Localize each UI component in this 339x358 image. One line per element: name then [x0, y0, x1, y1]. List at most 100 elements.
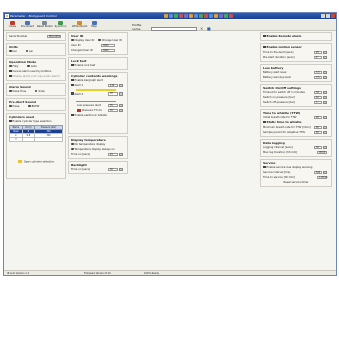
alarm-siren-radio[interactable]: Siren — [34, 89, 45, 93]
battery-warning-spinner[interactable] — [323, 75, 327, 80]
enable-cylinder-selection-checkbox[interactable]: Enable cylinder type selection — [9, 119, 63, 124]
sample-period-spinner[interactable] — [323, 130, 327, 135]
tray-net-icon[interactable] — [224, 14, 228, 18]
backlight-time-spinner[interactable] — [119, 167, 123, 172]
min-breath-spinner[interactable] — [323, 125, 327, 130]
delete-profile-icon[interactable]: ✕ — [200, 27, 204, 31]
temp-time-field[interactable]: 15 — [108, 152, 118, 157]
alarm-pulse-radio[interactable]: Pulse Tone — [9, 89, 26, 93]
tray-chart-icon[interactable] — [174, 14, 178, 18]
log-duration-label: Max log Duration [hh:mm] — [263, 151, 298, 154]
low-battery-group: Low battery Battery alert level 3.3 Batt… — [260, 64, 332, 82]
prealert-duration-field[interactable]: 8 — [314, 55, 322, 60]
sample-period-label: Sample period for adaptive TTW — [263, 131, 305, 134]
log-interval-field[interactable]: 30 — [314, 145, 322, 150]
serial-label: Serial Number — [9, 35, 28, 38]
alarm-sound-group: Alarm Sound Pulse Tone Siren — [6, 83, 66, 96]
temp-time-label: Time on [secs] — [71, 153, 90, 156]
battery-alert-field[interactable]: 3.3 — [314, 70, 322, 75]
pressure-tt-field[interactable]: 55 — [108, 108, 118, 113]
tray-alert-icon[interactable] — [204, 14, 208, 18]
timeout-spinner[interactable] — [323, 90, 327, 95]
save-profile-icon[interactable]: ■ — [207, 27, 211, 31]
low-pressure-field[interactable]: 55 — [108, 103, 118, 108]
table-row[interactable]: 3 — [9, 137, 63, 142]
electronic-whistle-checkbox[interactable]: Enable electronic whistle — [71, 113, 125, 118]
operation-mode-group: Operation Mode Fully Auto Cancel alarm u… — [6, 58, 66, 81]
reset-param-button[interactable]: Reset Param — [37, 21, 53, 30]
units-bar-radio[interactable]: bar — [9, 49, 17, 53]
units-psi-radio[interactable]: psi — [25, 49, 33, 53]
enable-remote-alarm-checkbox[interactable]: Enable Remote alarm — [263, 34, 329, 39]
prealert-pulse-radio[interactable]: Pulse — [9, 104, 19, 108]
serial-group: Serial Number BKO-0081 — [6, 32, 66, 41]
battery-warning-field[interactable]: 3.5 — [314, 75, 322, 80]
initial-breath-field[interactable]: 40 — [314, 115, 322, 120]
prealert-duration-spinner[interactable] — [323, 55, 327, 60]
tray-doc-icon[interactable] — [194, 14, 198, 18]
tray-gear-icon[interactable] — [199, 14, 203, 18]
tray-tool-icon[interactable] — [184, 14, 188, 18]
switch-on-field[interactable]: 10 — [314, 95, 322, 100]
change-user-id-radio[interactable]: Change User ID — [98, 38, 122, 42]
maximize-button[interactable] — [326, 14, 330, 18]
tray-user-icon[interactable] — [219, 14, 223, 18]
synchron-button[interactable]: Synchron — [54, 21, 67, 30]
tray-globe-icon[interactable] — [169, 14, 173, 18]
service-interval-field[interactable]: 500 — [314, 170, 322, 175]
mode-auto-radio[interactable]: Auto — [27, 64, 37, 68]
close-window-button[interactable] — [331, 14, 335, 18]
serial-number-field[interactable]: BKO-0081 — [47, 34, 61, 39]
alert1-spinner[interactable] — [119, 83, 123, 88]
initial-breath-spinner[interactable] — [323, 115, 327, 120]
backlight-time-field[interactable]: 30 — [108, 167, 118, 172]
write-param-button[interactable]: Write Param — [72, 21, 87, 30]
log-interval-spinner[interactable] — [323, 145, 327, 150]
tray-folder-icon[interactable] — [164, 14, 168, 18]
tray-info-icon[interactable] — [209, 14, 213, 18]
min-breath-field[interactable]: 40 — [314, 125, 322, 130]
switch-settings-group: Switch On/Off settings Timeout to switch… — [260, 84, 332, 107]
minimize-button[interactable] — [321, 14, 325, 18]
alert1-checkbox[interactable] — [71, 83, 74, 87]
time-to-prealert-spinner[interactable] — [323, 50, 327, 55]
tray-power-icon[interactable] — [229, 14, 233, 18]
tray-stop-icon[interactable] — [179, 14, 183, 18]
mode-fully-radio[interactable]: Fully — [9, 64, 18, 68]
tray-star-icon[interactable] — [189, 14, 193, 18]
timeout-label: Timeout to switch off in minutes — [263, 91, 305, 94]
switch-off-spinner[interactable] — [323, 100, 327, 105]
time-to-prealert-field[interactable]: 20 — [314, 50, 322, 55]
title-bar: Parameter - Bodyguard Control — [4, 13, 336, 19]
changed-user-id-field[interactable]: 0000 — [101, 48, 115, 53]
switch-on-spinner[interactable] — [323, 95, 327, 100]
alert2-color-bar — [76, 100, 116, 103]
low-pressure-spinner[interactable] — [119, 103, 123, 108]
open-cylinder-selection-button[interactable]: Open cylinder selection — [9, 160, 63, 164]
close-button[interactable]: Close — [6, 21, 19, 30]
time-to-service-field[interactable]: 1:00:00 — [317, 175, 327, 180]
log-duration-field[interactable]: 08:00 — [317, 150, 327, 155]
app-icon — [5, 14, 9, 18]
battery-alert-spinner[interactable] — [323, 70, 327, 75]
alert2-checkbox[interactable] — [71, 92, 74, 95]
sample-period-field[interactable]: 40 — [314, 130, 322, 135]
switch-off-field[interactable]: 5 — [314, 100, 322, 105]
alert1-field[interactable]: 110 — [108, 83, 118, 88]
timeout-field[interactable]: 30 — [314, 90, 322, 95]
help-button[interactable]: Help — [89, 21, 99, 30]
alert2-spinner[interactable] — [119, 92, 123, 96]
user-id-field[interactable]: 0000 — [101, 43, 115, 48]
temp-time-spinner[interactable] — [119, 152, 123, 157]
display-user-id-radio[interactable]: Display User ID — [71, 38, 94, 42]
enable-lock-test-checkbox[interactable]: Enable lock test — [71, 63, 125, 68]
profile-name-select[interactable] — [150, 27, 197, 31]
prealert-bkpw-radio[interactable]: BKPW — [28, 104, 39, 108]
reset-service-timer-button[interactable]: Reset service timer — [263, 180, 329, 185]
service-interval-spinner[interactable] — [323, 170, 327, 175]
alert2-field[interactable]: 55 — [108, 92, 118, 96]
display-alarm-checkbox[interactable]: Display alarm (not only audio alarm) — [9, 74, 63, 79]
pressure-tt-spinner[interactable] — [119, 108, 123, 113]
tray-lock-icon[interactable] — [214, 14, 218, 18]
document-button[interactable]: Document — [21, 21, 34, 30]
